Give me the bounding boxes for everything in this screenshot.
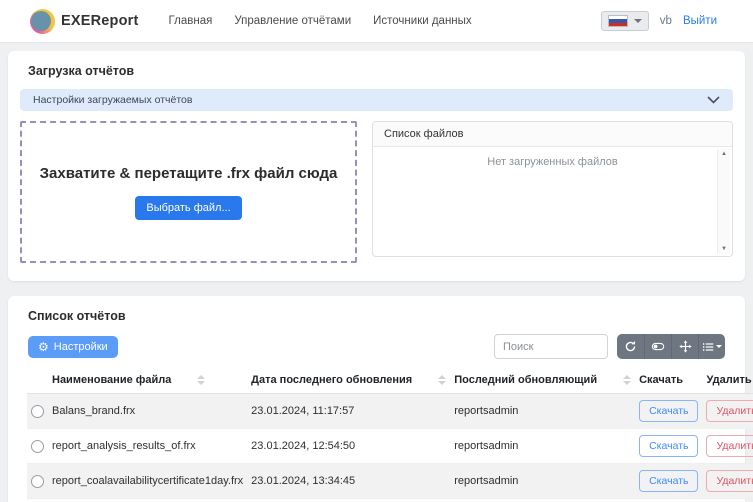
reports-toolbar: ⚙ Настройки — [28, 334, 725, 359]
search-input[interactable] — [494, 334, 608, 359]
row-filename: Balans_brand.frx — [48, 394, 247, 429]
reports-table-body: Balans_brand.frx 23.01.2024, 11:17:57 re… — [27, 394, 753, 502]
navbar: EXEReport Главная Управление отчётами Ис… — [0, 0, 753, 43]
delete-button[interactable]: Удалить — [706, 470, 753, 492]
nav-item-report-management[interactable]: Управление отчётами — [234, 15, 351, 27]
chevron-down-icon — [634, 19, 642, 23]
fullscreen-icon[interactable] — [671, 334, 698, 359]
brand[interactable]: EXEReport — [30, 9, 139, 34]
col-updated[interactable]: Дата последнего обновления — [247, 368, 450, 394]
row-updated: 23.01.2024, 16:49:16 — [247, 499, 450, 502]
accordion-label: Настройки загружаемых отчётов — [33, 94, 192, 106]
col-updated-by[interactable]: Последний обновляющий — [450, 368, 635, 394]
choose-file-button[interactable]: Выбрать файл... — [135, 196, 241, 220]
refresh-icon[interactable] — [617, 334, 644, 359]
upload-section: Загрузка отчётов Настройки загружаемых о… — [8, 51, 745, 281]
upload-row: Захватите & перетащите .frx файл сюда Вы… — [20, 121, 733, 263]
upload-section-title: Загрузка отчётов — [28, 64, 725, 78]
row-filename: report_analysis_results_of.frx — [48, 429, 247, 464]
file-list-empty-text: Нет загруженных файлов — [373, 147, 732, 168]
file-list-body: Нет загруженных файлов ▲ ▼ — [373, 147, 732, 256]
reports-section-title: Список отчётов — [28, 309, 725, 323]
table-row: report_coalavailabilitycertificate1day.f… — [27, 464, 753, 499]
row-updated-by: reportsadmin — [450, 429, 635, 464]
row-updated: 23.01.2024, 11:17:57 — [247, 394, 450, 429]
row-radio[interactable] — [31, 440, 44, 453]
chevron-down-icon — [716, 345, 722, 348]
sort-icon — [623, 375, 631, 385]
col-download: Скачать — [635, 368, 702, 394]
settings-button[interactable]: ⚙ Настройки — [28, 336, 118, 358]
logout-link[interactable]: Выйти — [683, 15, 717, 27]
navbar-right: vb Выйти — [601, 11, 717, 31]
file-list-title: Список файлов — [373, 122, 732, 147]
row-radio[interactable] — [31, 405, 44, 418]
main-nav: Главная Управление отчётами Источники да… — [169, 15, 472, 27]
table-controls-group — [617, 334, 725, 359]
delete-button[interactable]: Удалить — [706, 400, 753, 422]
chevron-down-icon — [707, 96, 720, 104]
toggle-view-icon[interactable] — [644, 334, 671, 359]
download-button[interactable]: Скачать — [639, 435, 698, 457]
nav-item-data-sources[interactable]: Источники данных — [373, 15, 472, 27]
file-list-panel: Список файлов Нет загруженных файлов ▲ ▼ — [372, 121, 733, 257]
table-row: Balans_brand.frx 23.01.2024, 11:17:57 re… — [27, 394, 753, 429]
table-row: report_coalavailabilitycertificate.frx 2… — [27, 499, 753, 502]
row-updated-by: reportsadmin — [450, 499, 635, 502]
table-header-row: Наименование файла Дата последнего обнов… — [27, 368, 753, 394]
nav-item-home[interactable]: Главная — [169, 15, 213, 27]
language-selector[interactable] — [601, 11, 649, 31]
scroll-down-icon[interactable]: ▼ — [721, 246, 727, 252]
row-filename: report_coalavailabilitycertificate.frx — [48, 499, 247, 502]
columns-icon[interactable] — [698, 334, 725, 359]
col-delete: Удалить — [702, 368, 753, 394]
delete-button[interactable]: Удалить — [706, 435, 753, 457]
settings-button-label: Настройки — [54, 341, 108, 353]
radio-column-header — [27, 368, 48, 394]
table-row: report_analysis_results_of.frx 23.01.202… — [27, 429, 753, 464]
username-label: vb — [660, 15, 672, 27]
sort-icon — [438, 375, 446, 385]
file-list-scrollbar[interactable]: ▲ ▼ — [717, 149, 730, 254]
frx-dropzone[interactable]: Захватите & перетащите .frx файл сюда Вы… — [20, 121, 357, 263]
sort-icon — [197, 375, 205, 385]
scroll-up-icon[interactable]: ▲ — [721, 151, 727, 157]
row-filename: report_coalavailabilitycertificate1day.f… — [48, 464, 247, 499]
dropzone-text: Захватите & перетащите .frx файл сюда — [40, 165, 338, 182]
gear-icon: ⚙ — [38, 341, 49, 353]
row-updated-by: reportsadmin — [450, 394, 635, 429]
app-logo-icon — [30, 9, 55, 34]
row-radio[interactable] — [31, 475, 44, 488]
col-filename[interactable]: Наименование файла — [48, 368, 247, 394]
brand-name: EXEReport — [61, 13, 139, 29]
russia-flag-icon — [608, 15, 628, 27]
download-button[interactable]: Скачать — [639, 400, 698, 422]
upload-settings-accordion[interactable]: Настройки загружаемых отчётов — [20, 89, 733, 111]
download-button[interactable]: Скачать — [639, 470, 698, 492]
row-updated-by: reportsadmin — [450, 464, 635, 499]
reports-table: Наименование файла Дата последнего обнов… — [27, 368, 753, 502]
reports-section: Список отчётов ⚙ Настройки — [8, 296, 745, 502]
row-updated: 23.01.2024, 13:34:45 — [247, 464, 450, 499]
row-updated: 23.01.2024, 12:54:50 — [247, 429, 450, 464]
toolbar-right — [494, 334, 725, 359]
